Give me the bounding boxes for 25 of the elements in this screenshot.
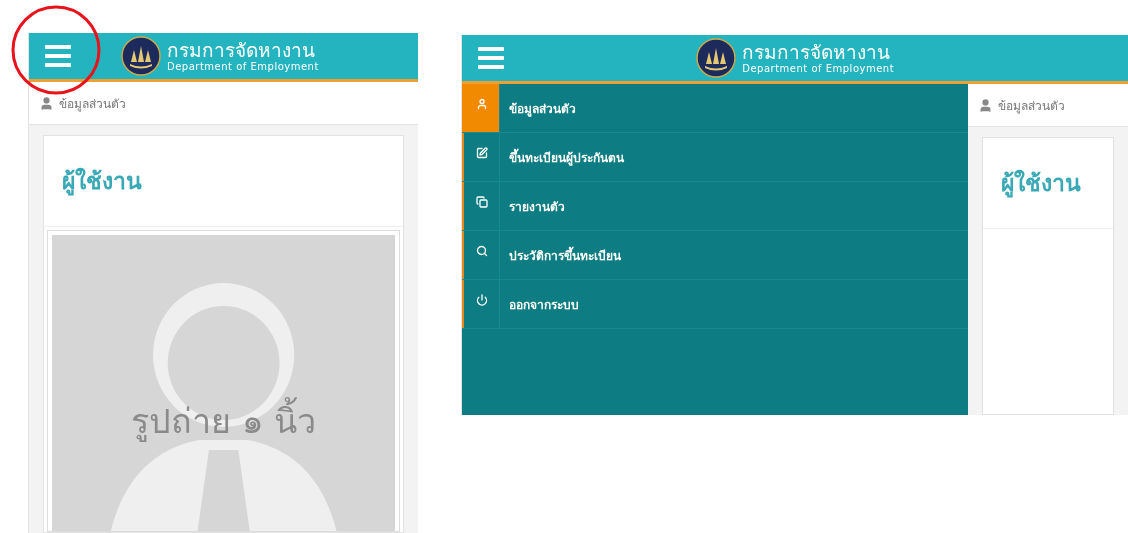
menu-item[interactable]: ขึ้นทะเบียนผู้ประกันตน <box>462 133 969 182</box>
header-title: กรมการจัดหางาน <box>742 42 892 62</box>
header-subtitle: Department of Employment <box>167 61 319 72</box>
search-icon <box>475 245 488 257</box>
photo-caption: รูปถ่าย ๑ นิ้ว <box>48 394 400 448</box>
user-icon <box>39 95 54 111</box>
user-icon <box>475 98 488 110</box>
breadcrumb-text: ข้อมูลส่วนตัว <box>998 97 1066 115</box>
menu-item[interactable]: ออกจากระบบ <box>462 280 969 329</box>
menu-button[interactable] <box>476 45 507 71</box>
header-title: กรมการจัดหางาน <box>167 40 316 60</box>
edit-icon <box>475 147 488 159</box>
header-subtitle: Department of Employment <box>742 63 895 74</box>
menu-item[interactable]: ข้อมูลส่วนตัว <box>462 84 969 133</box>
user-icon <box>978 97 994 113</box>
power-icon <box>475 294 488 306</box>
menu-item[interactable]: ประวัติการขึ้นทะเบียน <box>462 231 969 280</box>
breadcrumb-text: ข้อมูลส่วนตัว <box>59 95 126 113</box>
menu-item[interactable]: รายงานตัว <box>462 182 969 231</box>
emblem-icon <box>121 36 161 76</box>
emblem-icon <box>696 38 737 78</box>
card-title: ผู้ใช้งาน <box>1001 168 1082 200</box>
copy-icon <box>475 196 488 208</box>
card-title: ผู้ใช้งาน <box>62 166 142 198</box>
menu-button[interactable] <box>43 43 73 69</box>
